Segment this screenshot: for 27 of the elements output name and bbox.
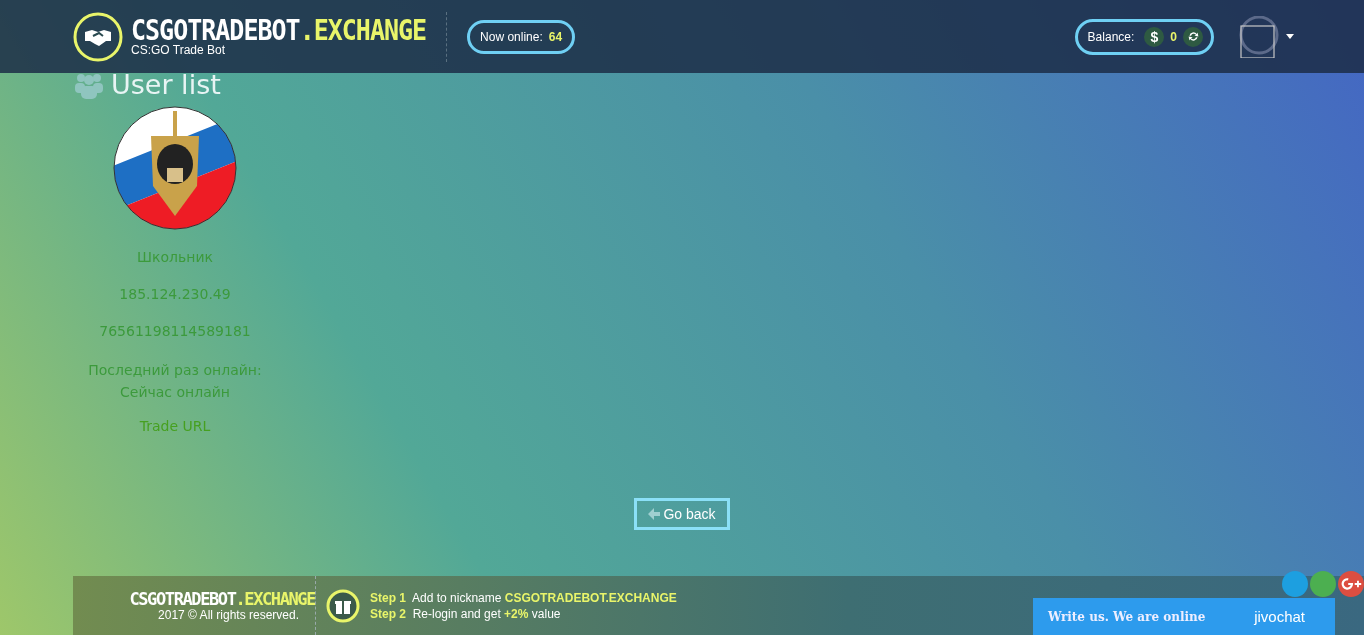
balance-value: 0 <box>1170 29 1177 44</box>
page-title: User list <box>111 69 221 100</box>
chat-prompt: Write us. We are online <box>1048 609 1206 624</box>
steam-id: 76561198114589181 <box>99 322 251 340</box>
ip-address: 185.124.230.49 <box>119 285 231 303</box>
arrow-left-icon <box>648 508 661 520</box>
site-tagline: CS:GO Trade Bot <box>131 43 227 56</box>
online-counter: Now online: 64 <box>467 19 576 54</box>
refresh-icon <box>1186 30 1200 43</box>
site-logo[interactable]: CSGOTRADEBOT.EXCHANGE <box>131 15 427 46</box>
footer-logo: CSGOTRADEBOT.EXCHANGE <box>129 589 315 608</box>
chat-widget[interactable]: Write us. We are online jivochat <box>1033 598 1335 635</box>
copyright-text: 2017 © All rights reserved. <box>158 607 300 622</box>
promo-step: Step 1 Add to nickname CSGOTRADEBOT.EXCHANGE <box>370 589 677 606</box>
handshake-icon <box>73 11 123 62</box>
last-online-status: Последний раз онлайн: Сейчас онлайн <box>88 361 262 402</box>
currency-badge: $ <box>1144 26 1165 47</box>
promo-step: Step 2 Re-login and get +2% value <box>370 605 677 622</box>
avatar-placeholder-icon[interactable] <box>1238 15 1280 58</box>
refresh-button[interactable] <box>1183 26 1203 47</box>
balance-label: Balance: <box>1087 29 1135 44</box>
caret-icon[interactable] <box>1286 34 1294 39</box>
gift-icon <box>326 588 360 623</box>
chat-brand-logo: jivochat <box>1254 608 1305 625</box>
go-back-button[interactable]: Go back <box>634 498 730 530</box>
google-plus-icon[interactable] <box>1338 571 1364 597</box>
user-name: Школьник <box>137 248 213 266</box>
